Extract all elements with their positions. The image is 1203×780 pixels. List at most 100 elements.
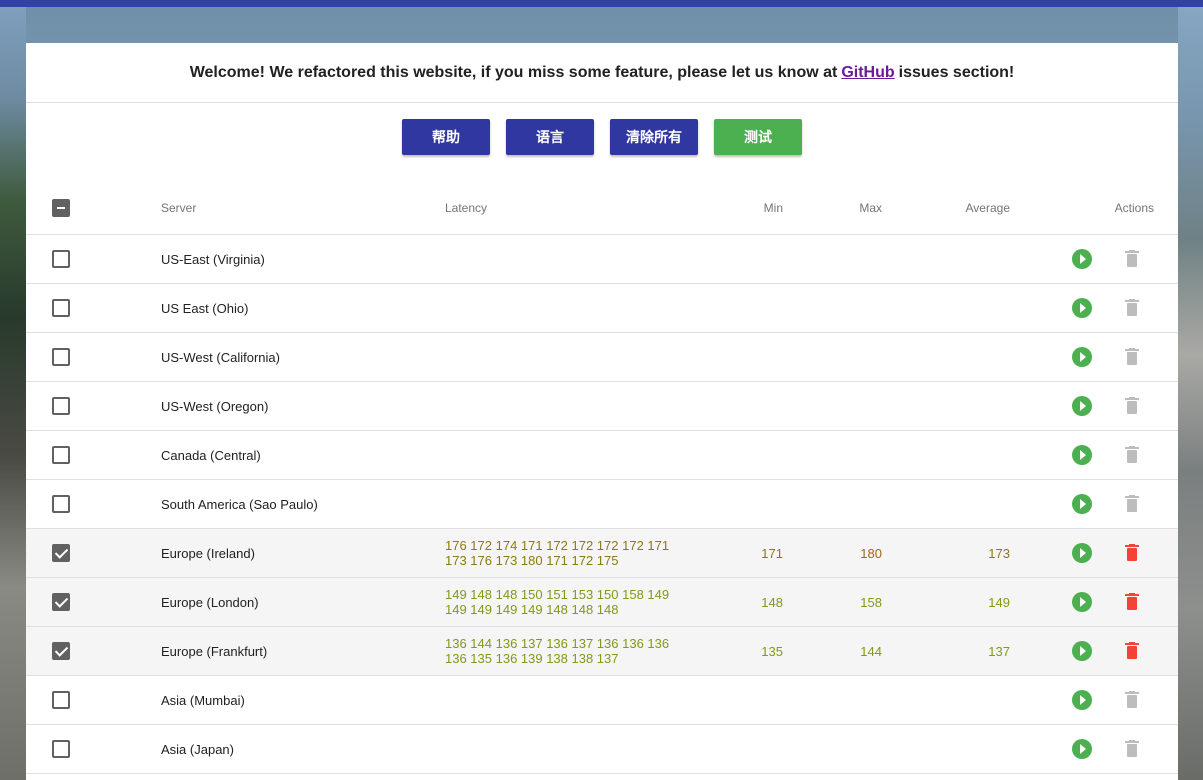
row-checkbox[interactable] (52, 397, 70, 415)
language-button[interactable]: 语言 (506, 119, 594, 155)
main-card: Welcome! We refactored this website, if … (26, 43, 1178, 780)
table-row: Asia (Mumbai) (26, 675, 1178, 725)
latency-max (783, 283, 882, 333)
header-min: Min (737, 181, 783, 235)
github-link[interactable]: GitHub (841, 64, 894, 82)
latency-min (737, 430, 783, 480)
play-icon[interactable] (1072, 445, 1092, 465)
trash-icon[interactable] (1124, 740, 1140, 758)
latency-average (882, 234, 1010, 284)
latency-max: 158 (783, 577, 882, 627)
latency-max (783, 332, 882, 382)
server-name: Europe (London) (161, 577, 445, 627)
table-row: Europe (Ireland) 176 172 174 171 172 172… (26, 528, 1178, 578)
latency-max (783, 479, 882, 529)
server-name: US-West (California) (161, 332, 445, 382)
latency-max: 144 (783, 626, 882, 676)
server-name: US-East (Virginia) (161, 234, 445, 284)
header-average: Average (882, 181, 1010, 235)
row-checkbox[interactable] (52, 250, 70, 268)
table-row: US-West (California) (26, 332, 1178, 382)
background-left (0, 7, 26, 780)
play-icon[interactable] (1072, 494, 1092, 514)
table-row: Europe (London) 149 148 148 150 151 153 … (26, 577, 1178, 627)
latency-average (882, 724, 1010, 774)
latency-max (783, 381, 882, 431)
trash-icon[interactable] (1124, 348, 1140, 366)
table-row: US-East (Virginia) (26, 234, 1178, 284)
welcome-banner: Welcome! We refactored this website, if … (26, 43, 1178, 103)
clear-all-button[interactable]: 清除所有 (610, 119, 698, 155)
server-name: Asia (Japan) (161, 724, 445, 774)
server-name: Asia (Mumbai) (161, 675, 445, 725)
trash-icon[interactable] (1124, 299, 1140, 317)
row-checkbox[interactable] (52, 691, 70, 709)
play-icon[interactable] (1072, 249, 1092, 269)
trash-icon[interactable] (1124, 691, 1140, 709)
latency-average (882, 381, 1010, 431)
latency-min: 171 (737, 528, 783, 578)
play-icon[interactable] (1072, 592, 1092, 612)
latency-average: 149 (882, 577, 1010, 627)
play-icon[interactable] (1072, 641, 1092, 661)
table-row: US East (Ohio) (26, 283, 1178, 333)
trash-icon[interactable] (1124, 642, 1140, 660)
latency-min (737, 332, 783, 382)
play-icon[interactable] (1072, 690, 1092, 710)
latency-min: 135 (737, 626, 783, 676)
trash-icon[interactable] (1124, 250, 1140, 268)
trash-icon[interactable] (1124, 495, 1140, 513)
welcome-text: Welcome! We refactored this website, if … (189, 63, 838, 81)
latency-max (783, 724, 882, 774)
latency-values: 149 148 148 150 151 153 150 158 149 149 1… (445, 577, 737, 627)
latency-min (737, 234, 783, 284)
trash-icon[interactable] (1124, 544, 1140, 562)
play-icon[interactable] (1072, 396, 1092, 416)
latency-average: 137 (882, 626, 1010, 676)
latency-average (882, 430, 1010, 480)
select-all-checkbox[interactable] (52, 198, 70, 217)
play-icon[interactable] (1072, 543, 1092, 563)
trash-icon[interactable] (1124, 446, 1140, 464)
table-header-row: Server Latency Min Max Average Actions (26, 181, 1178, 235)
trash-icon[interactable] (1124, 593, 1140, 611)
trash-icon[interactable] (1124, 397, 1140, 415)
background-right (1178, 7, 1203, 780)
latency-min (737, 675, 783, 725)
header-max: Max (783, 181, 882, 235)
play-icon[interactable] (1072, 347, 1092, 367)
server-name: South America (Sao Paulo) (161, 479, 445, 529)
row-checkbox[interactable] (52, 593, 70, 611)
latency-values (445, 381, 737, 431)
top-bar (0, 0, 1203, 7)
latency-min (737, 724, 783, 774)
latency-max (783, 675, 882, 725)
row-checkbox[interactable] (52, 446, 70, 464)
latency-values (445, 479, 737, 529)
row-checkbox[interactable] (52, 299, 70, 317)
row-checkbox[interactable] (52, 544, 70, 562)
play-icon[interactable] (1072, 298, 1092, 318)
latency-values (445, 234, 737, 284)
latency-min: 148 (737, 577, 783, 627)
row-checkbox[interactable] (52, 642, 70, 660)
server-table: Server Latency Min Max Average Actions U… (26, 181, 1178, 774)
latency-values: 136 144 136 137 136 137 136 136 136 136 1… (445, 626, 737, 676)
latency-values (445, 332, 737, 382)
latency-min (737, 381, 783, 431)
row-checkbox[interactable] (52, 348, 70, 366)
latency-values (445, 430, 737, 480)
table-row: Europe (Frankfurt) 136 144 136 137 136 1… (26, 626, 1178, 676)
table-row: Canada (Central) (26, 430, 1178, 480)
row-checkbox[interactable] (52, 495, 70, 513)
table-row: US-West (Oregon) (26, 381, 1178, 431)
latency-min (737, 479, 783, 529)
server-name: Europe (Frankfurt) (161, 626, 445, 676)
help-button[interactable]: 帮助 (402, 119, 490, 155)
latency-values (445, 724, 737, 774)
latency-average (882, 675, 1010, 725)
test-button[interactable]: 测试 (714, 119, 802, 155)
play-icon[interactable] (1072, 739, 1092, 759)
row-checkbox[interactable] (52, 740, 70, 758)
welcome-text-end: issues section! (898, 63, 1015, 81)
